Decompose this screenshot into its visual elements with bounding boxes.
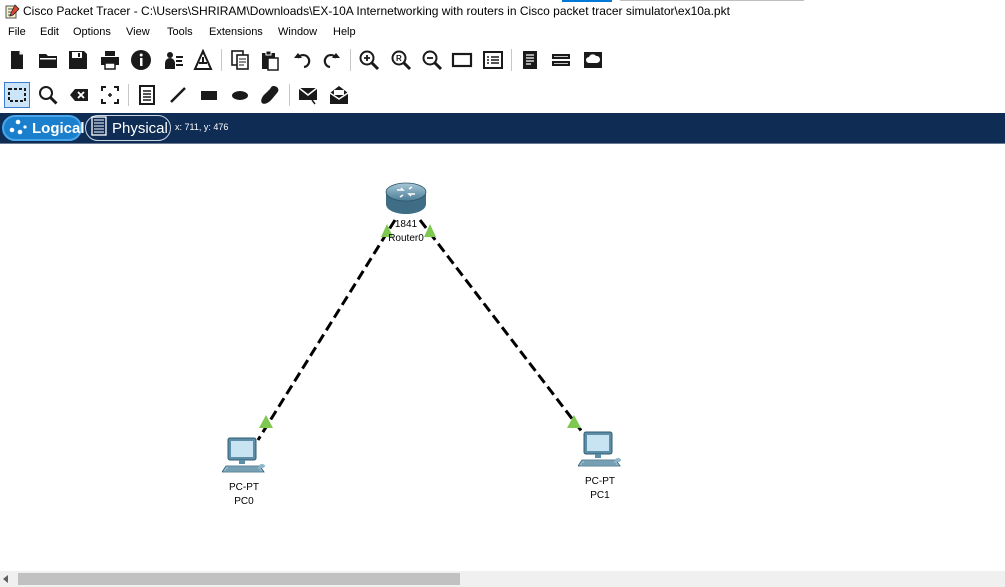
menu-help[interactable]: Help: [333, 26, 356, 38]
zoom-in-icon[interactable]: [356, 47, 382, 73]
add-simple-pdu-icon[interactable]: [295, 82, 321, 108]
inspect-tool-icon[interactable]: [35, 82, 61, 108]
title-bar: Cisco Packet Tracer - C:\Users\SHRIRAM\D…: [0, 0, 1005, 24]
link-router0-pc1[interactable]: [418, 219, 585, 434]
logical-topology-icon: [8, 116, 28, 141]
cursor-coordinates: x: 711, y: 476: [175, 122, 229, 132]
svg-text:R: R: [396, 54, 402, 63]
open-icon[interactable]: [35, 47, 61, 73]
pc-icon: [221, 436, 266, 481]
activity-wizard-icon[interactable]: [190, 47, 216, 73]
add-complex-pdu-icon[interactable]: [326, 82, 352, 108]
info-icon[interactable]: [128, 47, 154, 73]
title-accent-line: [620, 0, 804, 1]
draw-ellipse-icon[interactable]: [227, 82, 253, 108]
tab-logical[interactable]: Logical: [2, 115, 85, 141]
router-model-label: 1841: [394, 219, 418, 230]
horizontal-scrollbar[interactable]: [0, 571, 1005, 587]
scroll-left-icon[interactable]: [3, 575, 8, 583]
logical-workspace[interactable]: 1841 Router0 PC-PT PC0 PC-PT PC1: [0, 143, 1005, 571]
pc1-device[interactable]: PC-PT PC1: [577, 430, 622, 503]
print-icon[interactable]: [97, 47, 123, 73]
router-icon: [383, 182, 429, 221]
toolbar-separator: [289, 84, 290, 106]
tab-physical-label: Physical: [112, 119, 168, 137]
zoom-reset-icon[interactable]: R: [388, 47, 414, 73]
drawing-palette-icon[interactable]: [449, 47, 475, 73]
save-icon[interactable]: [65, 47, 91, 73]
custom-device-dialog-icon[interactable]: [480, 47, 506, 73]
draw-freeform-icon[interactable]: [258, 82, 284, 108]
cloud-icon[interactable]: [580, 47, 606, 73]
network-wizard-icon[interactable]: [160, 47, 186, 73]
menu-file[interactable]: File: [8, 26, 26, 38]
link-router0-pc0[interactable]: [256, 219, 397, 441]
copy-icon[interactable]: [227, 47, 253, 73]
menu-tools[interactable]: Tools: [167, 26, 193, 38]
draw-line-icon[interactable]: [165, 82, 191, 108]
select-tool-icon[interactable]: [4, 82, 30, 108]
toolbar-separator: [221, 49, 222, 71]
mode-bar: Logical Physical x: 711, y: 476: [0, 113, 1005, 143]
menu-extensions[interactable]: Extensions: [209, 26, 263, 38]
pc0-model-label: PC-PT: [229, 482, 259, 493]
place-note-icon[interactable]: [134, 82, 160, 108]
toolbar-separator: [128, 84, 129, 106]
physical-rack-icon: [90, 115, 108, 141]
scrollbar-thumb[interactable]: [18, 573, 460, 585]
tools-toolbar: [0, 78, 1005, 112]
toolbar-separator: [511, 49, 512, 71]
menu-window[interactable]: Window: [278, 26, 317, 38]
router-name-label: Router0: [388, 233, 424, 244]
pc0-device[interactable]: PC-PT PC0: [221, 436, 266, 509]
topology-links: [256, 219, 585, 441]
window-title: Cisco Packet Tracer - C:\Users\SHRIRAM\D…: [23, 4, 730, 18]
cluster-icon[interactable]: [548, 47, 574, 73]
undo-icon[interactable]: [289, 47, 315, 73]
tab-logical-label: Logical: [32, 119, 85, 137]
menu-bar: File Edit Options View Tools Extensions …: [0, 24, 1005, 43]
tab-physical[interactable]: Physical: [85, 115, 171, 141]
pc-icon: [577, 430, 622, 475]
packet-tracer-app-icon: [4, 4, 20, 20]
delete-tool-icon[interactable]: [66, 82, 92, 108]
redo-icon[interactable]: [319, 47, 345, 73]
pc1-model-label: PC-PT: [585, 476, 615, 487]
title-accent: [562, 0, 612, 2]
resize-shape-tool-icon[interactable]: [97, 82, 123, 108]
menu-options[interactable]: Options: [73, 26, 111, 38]
toolbar-separator: [350, 49, 351, 71]
pc0-name-label: PC0: [234, 496, 254, 507]
pc1-name-label: PC1: [590, 490, 610, 501]
menu-view[interactable]: View: [126, 26, 150, 38]
new-icon[interactable]: [4, 47, 30, 73]
viewport-icon[interactable]: [517, 47, 543, 73]
paste-icon[interactable]: [257, 47, 283, 73]
router0-device[interactable]: 1841 Router0: [383, 182, 429, 246]
menu-edit[interactable]: Edit: [40, 26, 59, 38]
main-toolbar: R: [0, 43, 1005, 77]
draw-rectangle-icon[interactable]: [196, 82, 222, 108]
zoom-out-icon[interactable]: [419, 47, 445, 73]
